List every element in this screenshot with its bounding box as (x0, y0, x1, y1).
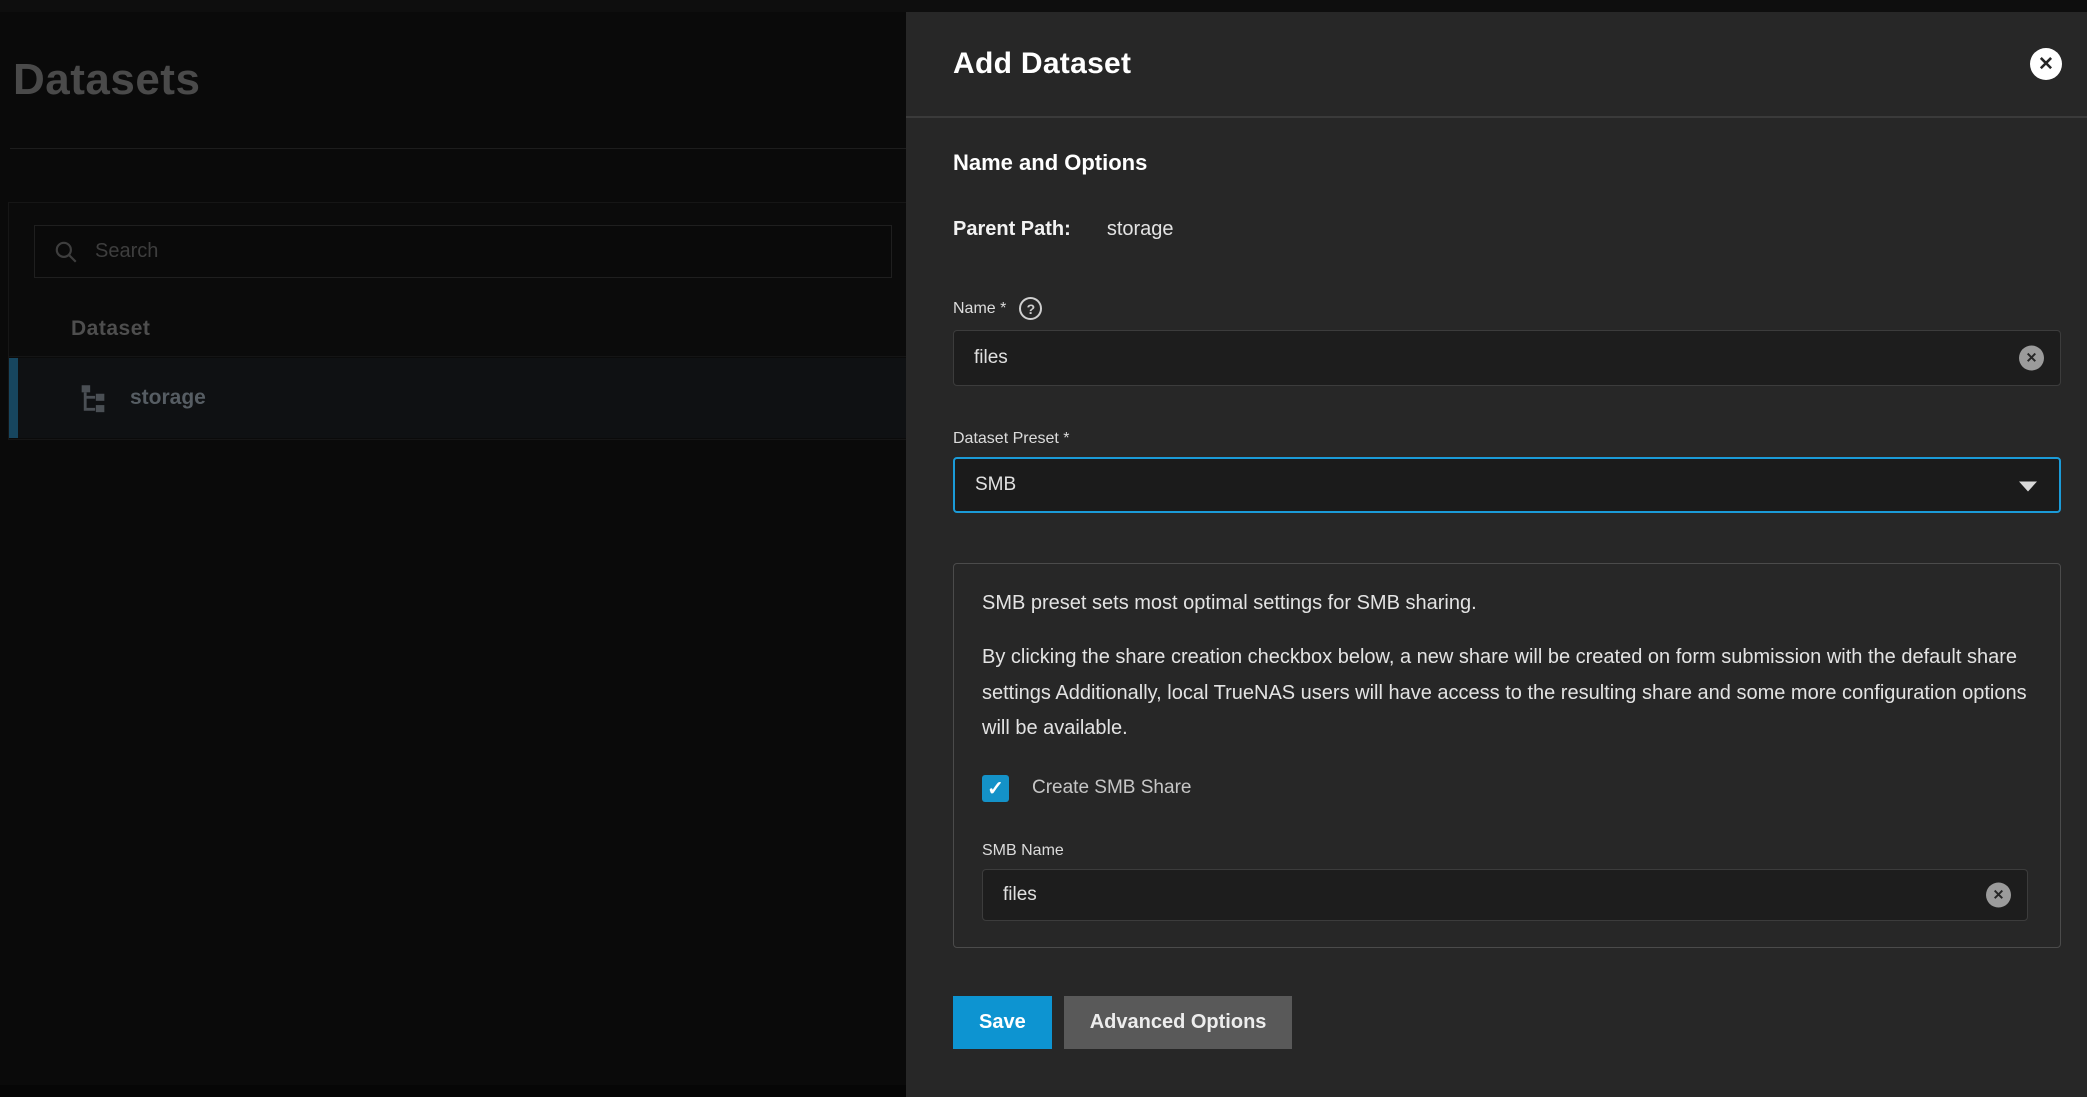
parent-path-row: Parent Path: storage (953, 218, 2062, 241)
dataset-row-storage[interactable]: storage (9, 358, 907, 438)
add-dataset-panel: Add Dataset ✕ Name and Options Parent Pa… (906, 12, 2087, 1097)
name-field-label: Name * (953, 300, 1006, 318)
preset-field-label-row: Dataset Preset * (953, 430, 2062, 448)
search-placeholder: Search (95, 240, 158, 263)
datasets-page-background: Datasets Search Dataset (0, 12, 906, 1097)
dataset-row-label: storage (130, 386, 206, 410)
top-edge-strip (0, 0, 2087, 12)
panel-title: Add Dataset (953, 47, 1131, 81)
smb-name-label-row: SMB Name (982, 842, 2030, 860)
checkbox-checked-icon[interactable]: ✓ (982, 775, 1009, 802)
screen: Datasets Search Dataset (0, 0, 2087, 1097)
info-paragraph-2: By clicking the share creation checkbox … (982, 640, 2028, 747)
panel-header: Add Dataset ✕ (906, 12, 2087, 118)
table-header-row: Dataset (9, 301, 907, 357)
info-paragraph-1: SMB preset sets most optimal settings fo… (982, 590, 2030, 617)
create-smb-share-checkbox-row[interactable]: ✓ Create SMB Share (982, 775, 2030, 802)
dataset-tree-icon (76, 381, 110, 415)
clear-smb-name-icon[interactable]: ✕ (1986, 882, 2011, 907)
smb-name-input-wrapper: ✕ (982, 869, 2028, 921)
bottom-edge-strip (0, 1085, 906, 1097)
close-icon[interactable]: ✕ (2030, 48, 2062, 80)
create-smb-share-label: Create SMB Share (1032, 777, 1191, 799)
parent-path-label: Parent Path: (953, 218, 1071, 241)
parent-path-value: storage (1107, 218, 1174, 241)
save-button[interactable]: Save (953, 996, 1052, 1049)
search-icon (53, 239, 79, 265)
column-header-dataset: Dataset (71, 317, 150, 341)
name-input-wrapper: ✕ (953, 330, 2061, 386)
preset-field-label: Dataset Preset * (953, 430, 1070, 448)
smb-name-input[interactable] (983, 870, 2027, 920)
form-actions: Save Advanced Options (953, 996, 2062, 1049)
chevron-down-icon (2019, 482, 2037, 492)
page-title: Datasets (13, 55, 200, 105)
clear-name-icon[interactable]: ✕ (2019, 346, 2044, 371)
title-divider (10, 148, 906, 149)
panel-body: Name and Options Parent Path: storage Na… (906, 150, 2087, 1049)
name-input[interactable] (954, 331, 2060, 385)
smb-name-label: SMB Name (982, 842, 1064, 860)
advanced-options-button[interactable]: Advanced Options (1064, 996, 1293, 1049)
dataset-preset-select[interactable]: SMB (953, 457, 2061, 513)
dataset-tree-card: Search Dataset storage (8, 202, 907, 440)
preset-selected-value: SMB (975, 474, 1016, 496)
dataset-search[interactable]: Search (34, 225, 892, 278)
help-icon[interactable]: ? (1019, 297, 1042, 320)
name-field-label-row: Name * ? (953, 297, 2062, 320)
smb-preset-info-box: SMB preset sets most optimal settings fo… (953, 563, 2061, 948)
section-title: Name and Options (953, 150, 2062, 176)
